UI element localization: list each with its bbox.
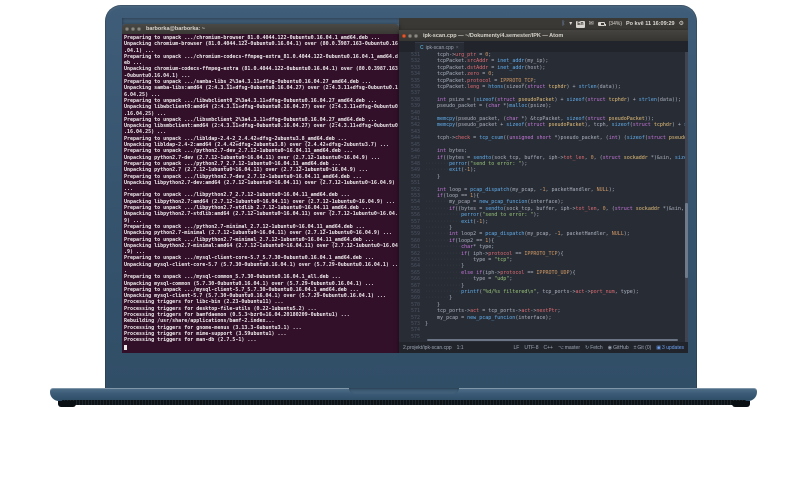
terminal-line: Unpacking python2.7-dev (2.7.12-1ubuntu0… — [124, 154, 380, 161]
status-item-label: Fetch — [590, 344, 603, 351]
atom-status-bar: 2.projekt/ipk-scan.cpp 1:1 LF UTF-8 C++ ⌥ ma… — [399, 342, 688, 353]
atom-close-button[interactable] — [402, 33, 406, 38]
mail-icon[interactable]: ✉ — [589, 21, 594, 27]
status-item-label: 3 updates — [662, 344, 684, 351]
terminal-title: barborka@barborka: ~ — [146, 26, 206, 32]
vertical-scrollbar[interactable] — [685, 52, 688, 342]
terminal-line: Unpacking python2.7-minimal (2.7.12-1ubu… — [124, 230, 392, 237]
terminal-line: Unpacking libpython2.7-minimal:amd64 (2.… — [124, 242, 398, 249]
laptop-lid: ᛒ ▾ En ✉ (34%) Po kvě 11 16:09:29 ⚙ barb… — [105, 5, 697, 389]
code-line: memcpy(pseudo_packet + sizeof(struct pse… — [437, 122, 688, 129]
status-item-label: LF — [513, 344, 520, 351]
terminal-line: Unpacking libpython2.7-stdlib:amd64 (2.7… — [124, 211, 398, 218]
terminal-line: Unpacking libwbclient0:amd64 (2:4.3.11+d… — [124, 104, 398, 111]
battery-icon[interactable] — [597, 22, 606, 26]
vertical-scrollbar-thumb[interactable] — [685, 202, 688, 279]
network-icon[interactable]: ▾ — [569, 21, 572, 27]
atom-maximize-button[interactable] — [414, 33, 418, 38]
terminal-line: Unpacking chromium-browser (81.0.4044.12… — [124, 41, 398, 48]
status-item-label: master — [564, 344, 580, 351]
terminal-line: Unpacking samba-libs:amd64 (2:4.3.11+dfs… — [124, 85, 398, 92]
status-cursor-position[interactable]: 1:1 — [457, 345, 464, 351]
gutter-line-number: 575 — [410, 333, 420, 340]
status-item-label: C++ — [543, 344, 553, 351]
status-item-label: UTF-8 — [524, 344, 539, 351]
keyboard-layout-indicator[interactable]: En — [576, 20, 585, 28]
terminal-line: Unpacking mysql-client-core-5.7 (5.7.30-… — [124, 261, 398, 268]
editor-gutter: 531 532 533 534 535 536 537 538 539 540 541 542 543 5… — [399, 52, 423, 342]
laptop-lid-groove — [348, 388, 459, 394]
terminal-window: barborka@barborka: ~ Preparing to unpack… — [122, 24, 399, 353]
terminal-close-button[interactable] — [125, 27, 129, 31]
status-item-git-branch[interactable]: ⌥ master — [558, 345, 580, 351]
status-item-encoding[interactable]: UTF-8 — [524, 345, 538, 351]
github-icon: ◉ — [607, 344, 613, 351]
panel-clock[interactable]: Po kvě 11 16:09:29 — [626, 18, 675, 30]
git-changes-icon: ± — [633, 344, 637, 351]
terminal-line: Preparing to unpack .../libpython2.7-dev… — [124, 173, 362, 180]
tab-label: ipk-scan.cpp — [425, 44, 454, 51]
status-item-line-ending[interactable]: LF — [513, 345, 519, 351]
terminal-line: Unpacking python2.7 (2.7.12-1ubuntu0~16.… — [124, 167, 368, 174]
status-item-grammar[interactable]: C++ — [544, 345, 553, 351]
status-item-git-changes[interactable]: ± Git (0) — [634, 345, 652, 351]
terminal-line: Unpacking chromium-codecs-ffmpeg-extra (… — [124, 66, 398, 73]
terminal-output[interactable]: Preparing to unpack .../chromium-browser… — [122, 34, 399, 353]
tab-close-icon[interactable]: × — [456, 45, 459, 51]
tab-ipk-scan[interactable]: C ipk-scan.cpp × — [415, 42, 464, 52]
laptop-mockup: ᛒ ▾ En ✉ (34%) Po kvě 11 16:09:29 ⚙ barb… — [0, 0, 800, 477]
editor-code[interactable]: tcph->urg_ptr = 0; tcpPacket.srcAddr = i… — [423, 52, 688, 342]
status-file-path[interactable]: 2.projekt/ipk-scan.cpp — [403, 345, 452, 351]
status-item-github[interactable]: ◉ GitHub — [608, 345, 629, 351]
terminal-maximize-button[interactable] — [137, 27, 141, 31]
terminal-line: Processing triggers for man-db (2.7.5-1)… — [124, 337, 257, 344]
cpp-file-icon: C — [420, 44, 424, 51]
git-branch-icon: ⌥ — [557, 344, 564, 351]
atom-tab-bar: C ipk-scan.cpp × — [399, 41, 688, 52]
laptop-foot-right — [732, 401, 750, 407]
status-item-fetch[interactable]: ↻ Fetch — [585, 345, 603, 351]
gear-icon[interactable]: ⚙ — [679, 21, 684, 27]
terminal-line: Unpacking libpython2.7-dev:amd64 (2.7.12… — [124, 179, 395, 186]
bluetooth-icon[interactable]: ᛒ — [562, 21, 566, 27]
editor-pane[interactable]: 531 532 533 534 535 536 537 538 539 540 541 542 543 5… — [399, 52, 688, 342]
atom-titlebar[interactable]: ipk-scan.cpp — ~/Dokumenty/4.semester/IP… — [399, 30, 688, 41]
screen: ᛒ ▾ En ✉ (34%) Po kvě 11 16:09:29 ⚙ barb… — [122, 18, 688, 353]
terminal-titlebar[interactable]: barborka@barborka: ~ — [122, 24, 399, 34]
laptop-foot-left — [58, 401, 76, 407]
fetch-icon: ↻ — [585, 344, 590, 351]
ubuntu-top-panel: ᛒ ▾ En ✉ (34%) Po kvě 11 16:09:29 ⚙ — [399, 18, 688, 30]
status-item-updates[interactable]: ▣ 3 updates — [656, 345, 684, 351]
terminal-line: Unpacking mysql-common (5.7.30-0ubuntu0.… — [124, 280, 374, 287]
laptop-base-edge — [62, 400, 746, 405]
horizontal-scrollbar[interactable] — [427, 339, 678, 341]
terminal-cursor — [124, 344, 127, 350]
atom-window-title: ipk-scan.cpp — ~/Dokumenty/4.semester/IP… — [423, 32, 564, 39]
code-line: tcph->check = tcp_csum((unsigned short *… — [425, 135, 688, 142]
terminal-line: Preparing to unpack .../libpython2.7-min… — [124, 236, 374, 243]
battery-percentage: (34%) — [608, 21, 622, 27]
atom-minimize-button[interactable] — [408, 33, 412, 38]
terminal-line: Preparing to unpack .../mysql-client-cor… — [124, 255, 374, 262]
status-item-label: Git (0) — [637, 344, 652, 351]
updates-icon: ▣ — [656, 344, 662, 351]
atom-window: ipk-scan.cpp — ~/Dokumenty/4.semester/IP… — [399, 30, 688, 353]
status-right-items: LF UTF-8 C++ ⌥ master ↻ Fetch ◉ GitHub ± Git (0) ▣ 3… — [513, 345, 684, 351]
terminal-minimize-button[interactable] — [131, 27, 135, 31]
terminal-line: Preparing to unpack .../chromium-codecs-… — [124, 53, 398, 60]
status-item-label: GitHub — [613, 344, 629, 351]
